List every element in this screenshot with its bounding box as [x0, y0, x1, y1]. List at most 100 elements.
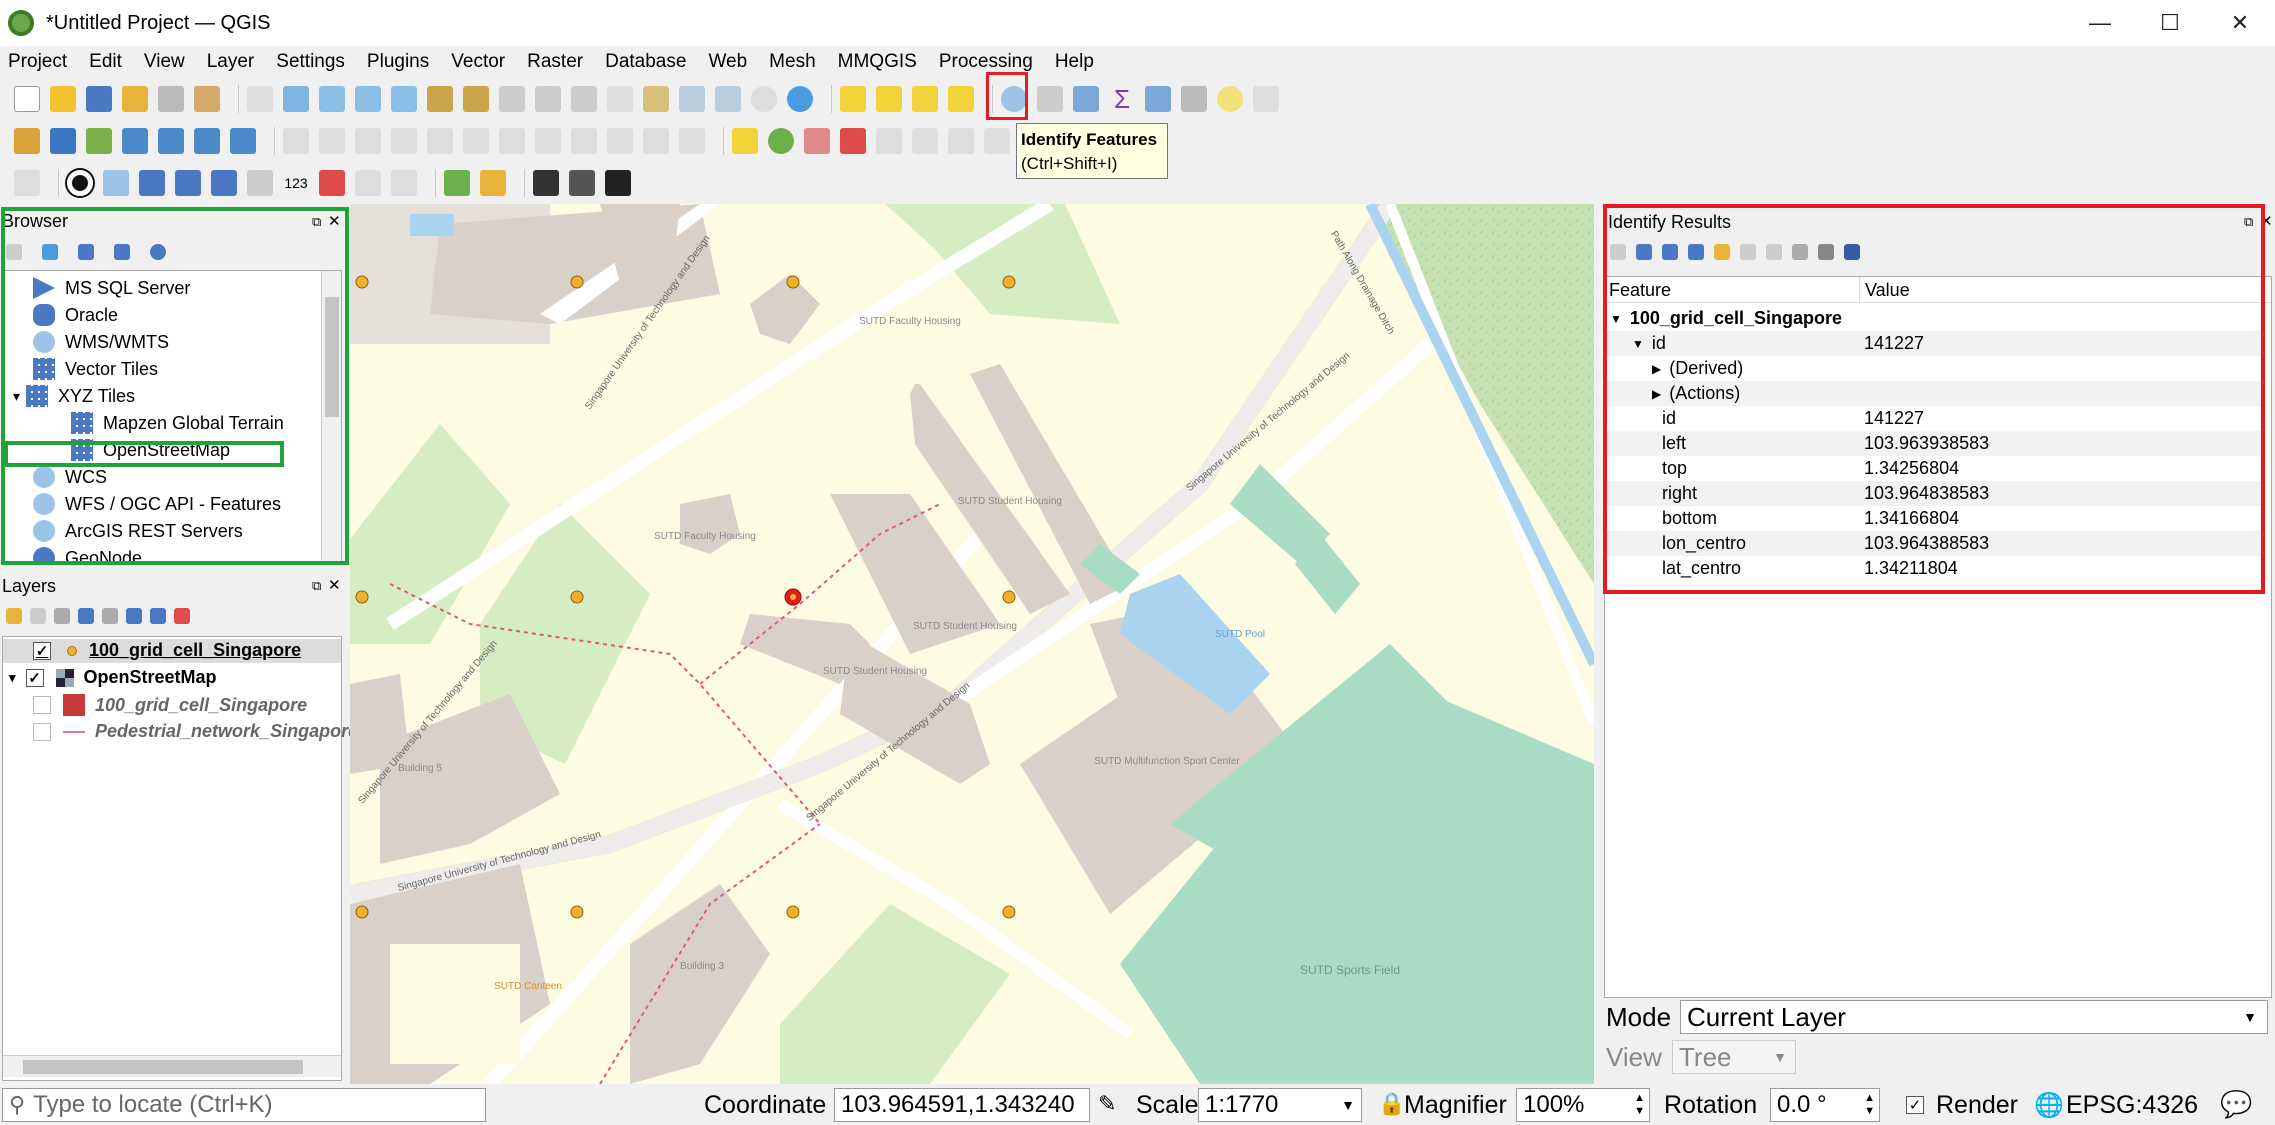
- toggle-extents-icon[interactable]: ✎: [1098, 1091, 1116, 1117]
- select-by-value-icon[interactable]: [876, 86, 902, 112]
- zoom-to-selection-icon[interactable]: [427, 86, 453, 112]
- georeference-icon[interactable]: [319, 170, 345, 196]
- select-features-icon[interactable]: [840, 86, 866, 112]
- add-wms-icon[interactable]: [230, 128, 256, 154]
- pan-to-selection-icon[interactable]: [283, 86, 309, 112]
- style-icon[interactable]: [6, 608, 22, 624]
- diagram-icon[interactable]: [768, 128, 794, 154]
- float-icon[interactable]: ⧉: [312, 578, 321, 594]
- save-project-icon[interactable]: [86, 86, 112, 112]
- layer-item-grid-points[interactable]: ✓ 100_grid_cell_Singapore: [33, 640, 301, 661]
- undo-icon[interactable]: [643, 128, 669, 154]
- xy-tool-icon[interactable]: [103, 170, 129, 196]
- menu-raster[interactable]: Raster: [527, 51, 583, 73]
- menu-settings[interactable]: Settings: [276, 51, 345, 73]
- reshape-icon[interactable]: [391, 170, 417, 196]
- crs-label[interactable]: EPSG:4326: [2066, 1091, 2198, 1120]
- toggle-editing-icon[interactable]: [319, 128, 345, 154]
- maximize-button[interactable]: ☐: [2150, 8, 2190, 38]
- add-group-icon[interactable]: [30, 608, 46, 624]
- mode-select[interactable]: Current Layer ▼: [1680, 1000, 2268, 1034]
- measure-line-icon[interactable]: [247, 170, 273, 196]
- menu-plugins[interactable]: Plugins: [367, 51, 429, 73]
- new-map-view-icon[interactable]: [607, 86, 633, 112]
- menu-processing[interactable]: Processing: [939, 51, 1033, 73]
- label-tool-icon[interactable]: [732, 128, 758, 154]
- open-attribute-table-icon[interactable]: [1037, 86, 1063, 112]
- zoom-full-icon[interactable]: [391, 86, 417, 112]
- messages-icon[interactable]: 💬: [2220, 1089, 2252, 1120]
- zoom-next-icon[interactable]: [571, 86, 597, 112]
- menu-project[interactable]: Project: [8, 51, 67, 73]
- zoom-native-icon[interactable]: [499, 86, 525, 112]
- add-mesh-layer-icon[interactable]: [122, 128, 148, 154]
- qr-tool-icon[interactable]: [569, 170, 595, 196]
- open-project-icon[interactable]: [50, 86, 76, 112]
- map-tips-icon[interactable]: [1217, 86, 1243, 112]
- print-layout-icon[interactable]: [158, 86, 184, 112]
- menu-web[interactable]: Web: [708, 51, 747, 73]
- menu-mesh[interactable]: Mesh: [769, 51, 815, 73]
- render-checkbox[interactable]: ✓: [1906, 1096, 1924, 1114]
- filter-legend-icon[interactable]: [78, 608, 94, 624]
- lock-icon[interactable]: 🔒: [1378, 1091, 1405, 1117]
- data-source-manager-icon[interactable]: [14, 128, 40, 154]
- expand-arrow-icon[interactable]: ▾: [9, 670, 16, 686]
- offset-curve-icon[interactable]: [355, 170, 381, 196]
- layers-hscrollbar[interactable]: [3, 1055, 341, 1077]
- move-label-icon[interactable]: [876, 128, 902, 154]
- vertex-tool-icon[interactable]: [427, 128, 453, 154]
- magnifier-field[interactable]: 100% ▲ ▼: [1516, 1088, 1650, 1122]
- digitize-curve-icon[interactable]: [139, 170, 165, 196]
- remove-layer-icon[interactable]: [174, 608, 190, 624]
- new-3d-view-icon[interactable]: [643, 86, 669, 112]
- zoom-to-layer-icon[interactable]: [463, 86, 489, 112]
- save-edits-icon[interactable]: [355, 128, 381, 154]
- processing-toolbox-icon[interactable]: [1073, 86, 1099, 112]
- filter-expression-icon[interactable]: [102, 608, 118, 624]
- deselect-icon[interactable]: [912, 86, 938, 112]
- menu-database[interactable]: Database: [605, 51, 686, 73]
- menu-view[interactable]: View: [144, 51, 185, 73]
- show-bookmarks-icon[interactable]: [715, 86, 741, 112]
- menu-mmqgis[interactable]: MMQGIS: [838, 51, 917, 73]
- stream-digitize-icon[interactable]: [175, 170, 201, 196]
- scale-field[interactable]: 1:1770 ▼: [1198, 1088, 1362, 1122]
- gps-icon[interactable]: [67, 170, 93, 196]
- add-raster-layer-icon[interactable]: [86, 128, 112, 154]
- temporal-controller-icon[interactable]: [751, 86, 777, 112]
- zoom-last-icon[interactable]: [535, 86, 561, 112]
- locator-search-icon[interactable]: [444, 170, 470, 196]
- rotate-label-icon[interactable]: [912, 128, 938, 154]
- refresh-icon[interactable]: [787, 86, 813, 112]
- spin-arrows-icon[interactable]: ▲ ▼: [1864, 1092, 1875, 1118]
- hscroll-thumb[interactable]: [23, 1060, 303, 1074]
- view-select[interactable]: Tree ▼: [1672, 1040, 1796, 1074]
- plugin-tool-icon[interactable]: [480, 170, 506, 196]
- modify-attributes-icon[interactable]: [463, 128, 489, 154]
- add-vector-layer-icon[interactable]: [50, 128, 76, 154]
- save-as-icon[interactable]: [122, 86, 148, 112]
- coordinate-field[interactable]: 103.964591,1.343240: [834, 1088, 1090, 1122]
- pin-labels-icon[interactable]: [804, 128, 830, 154]
- menu-edit[interactable]: Edit: [89, 51, 122, 73]
- numbered-tool-icon[interactable]: 123: [283, 170, 309, 196]
- point-tool-icon[interactable]: [533, 170, 559, 196]
- show-hide-labels-icon[interactable]: [840, 128, 866, 154]
- pan-icon[interactable]: [247, 86, 273, 112]
- locator-search-input[interactable]: ⚲ Type to locate (Ctrl+K): [2, 1088, 486, 1122]
- add-delimited-text-icon[interactable]: [158, 128, 184, 154]
- edit-pencil-icon[interactable]: [283, 128, 309, 154]
- select-by-location-icon[interactable]: [948, 86, 974, 112]
- zoom-out-icon[interactable]: [355, 86, 381, 112]
- snapping-icon[interactable]: [14, 170, 40, 196]
- collapse-all-layers-icon[interactable]: [150, 608, 166, 624]
- zoom-in-icon[interactable]: [319, 86, 345, 112]
- minimize-button[interactable]: —: [2080, 8, 2120, 38]
- redo-icon[interactable]: [679, 128, 705, 154]
- expand-all-icon[interactable]: [126, 608, 142, 624]
- visibility-icon[interactable]: [54, 608, 70, 624]
- copy-features-icon[interactable]: [571, 128, 597, 154]
- globe-crs-icon[interactable]: 🌐: [2034, 1091, 2064, 1120]
- close-button[interactable]: ✕: [2220, 8, 2260, 38]
